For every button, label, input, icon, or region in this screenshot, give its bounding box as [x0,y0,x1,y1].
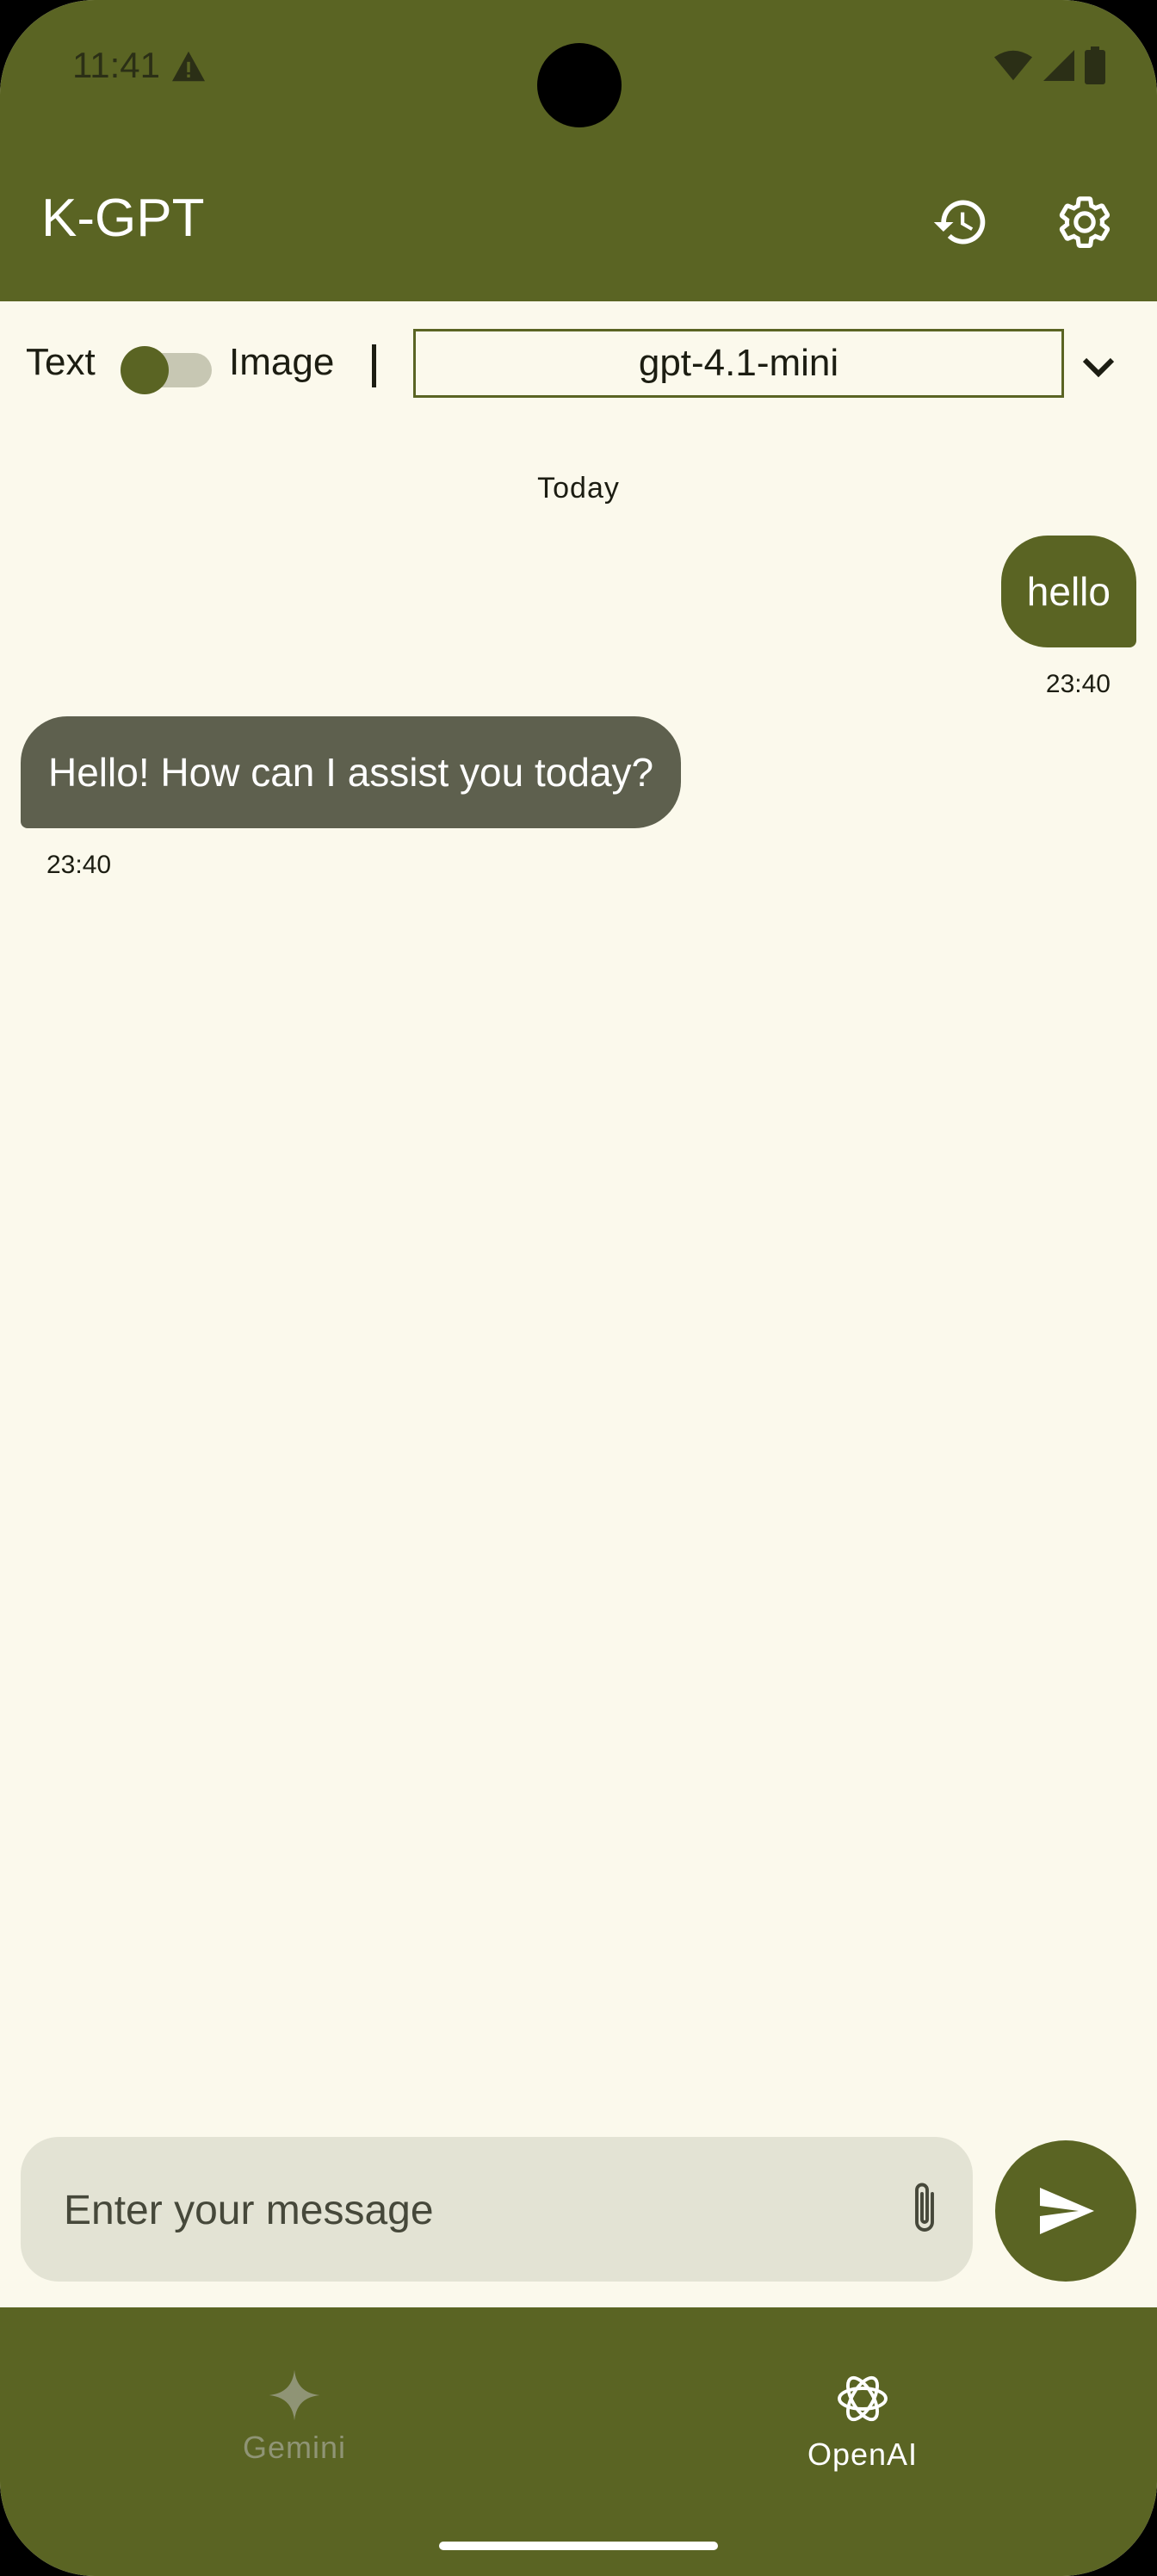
paperclip-icon[interactable] [907,2178,942,2244]
text-image-toggle[interactable] [121,339,212,394]
gemini-sparkle-icon [269,2369,320,2421]
divider [372,344,376,387]
user-message-time: 23:40 [1045,670,1111,698]
nav-label-gemini: Gemini [242,2430,347,2465]
user-message-bubble: hello [1000,536,1136,647]
assistant-message-time: 23:40 [46,851,112,879]
assistant-message-bubble: Hello! How can I assist you today? [21,716,682,828]
nav-item-openai[interactable]: OpenAI [733,2368,992,2473]
openai-logo-icon [838,2375,888,2422]
settings-button[interactable] [1052,189,1117,255]
chevron-down-icon[interactable] [1078,346,1119,391]
nav-label-openai: OpenAI [807,2437,919,2472]
settings-gear-icon [1059,196,1111,248]
status-icons [993,46,1105,88]
nav-item-gemini[interactable]: Gemini [165,2368,424,2466]
home-indicator[interactable] [439,2542,718,2550]
message-input[interactable] [62,2137,857,2283]
text-mode-label: Text [26,341,96,383]
warning-icon [170,50,207,86]
date-separator: Today [537,472,620,505]
message-composer [21,2137,973,2283]
bottom-navigation: Gemini OpenAI [0,2307,1157,2576]
mode-model-controls: Text Image gpt-4.1-mini [0,327,1157,413]
wifi-icon [993,48,1033,86]
status-time: 11:41 [72,45,160,85]
history-icon [933,200,986,245]
model-select[interactable]: gpt-4.1-mini [413,329,1064,398]
app-title: K-GPT [41,189,205,248]
top-app-bar: 11:41 K-GPT [0,0,1157,301]
toggle-thumb [121,346,169,394]
camera-cutout [537,43,622,127]
history-button[interactable] [928,189,993,255]
phone-screen: 11:41 K-GPT Text Image gpt-4.1-mini Toda… [0,0,1157,2576]
send-button[interactable] [995,2140,1136,2282]
battery-icon [1085,46,1105,88]
image-mode-label: Image [229,341,335,383]
send-icon [1040,2188,1094,2234]
signal-icon [1042,48,1076,86]
